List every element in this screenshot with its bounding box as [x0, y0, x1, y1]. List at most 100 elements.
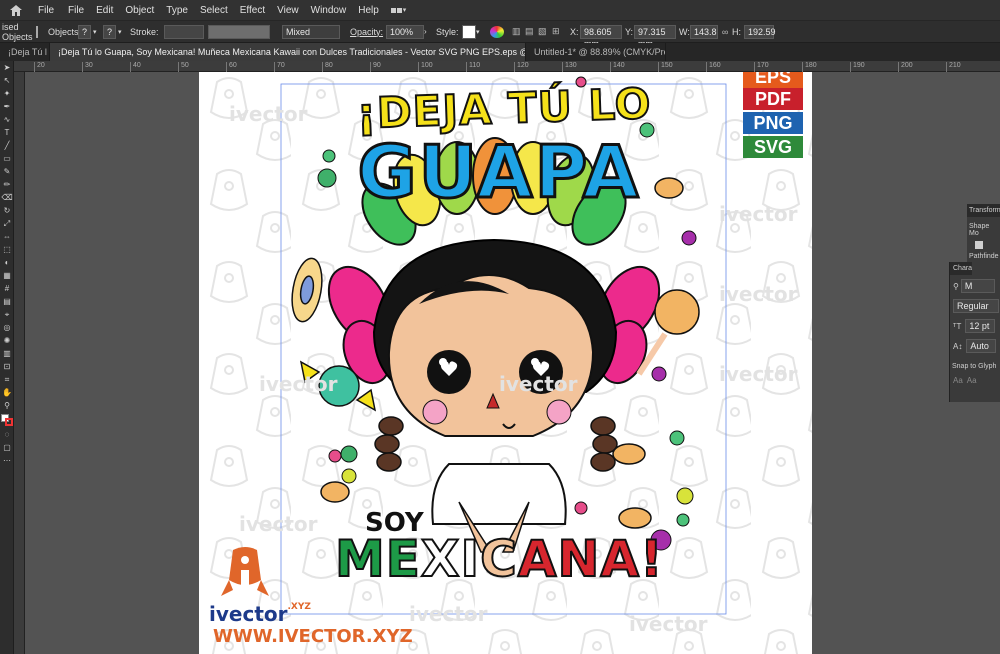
fill-stroke-icon[interactable] [0, 412, 14, 428]
headline-line2: GUAPA [356, 129, 641, 216]
w-field[interactable]: 143.8 [690, 24, 719, 39]
graphic-style-swatch[interactable] [462, 24, 477, 39]
format-badge-pdf: PDF [743, 88, 803, 110]
screen-mode-icon[interactable]: ▢ [0, 441, 14, 454]
chevron-down-icon[interactable]: ▾ [118, 28, 130, 36]
line-tool-icon[interactable]: ╱ [0, 139, 14, 152]
rectangle-tool-icon[interactable]: ▭ [0, 152, 14, 165]
watermark-text: ivector [719, 202, 798, 226]
brand-name-text: ivector [209, 602, 288, 626]
leading-field[interactable]: Auto [966, 339, 997, 353]
transform-panel-tab[interactable]: Transform [967, 204, 1000, 217]
menu-effect[interactable]: Effect [234, 5, 271, 16]
shape-builder-tool-icon[interactable]: ◐ [0, 256, 14, 269]
y-field[interactable]: 97.315 mm [634, 24, 677, 49]
scale-tool-icon[interactable]: ⤢ [0, 217, 14, 230]
curvature-tool-icon[interactable]: ∿ [0, 113, 14, 126]
reference-point-icon[interactable]: ⊞ [552, 26, 570, 37]
canvas[interactable]: ivector ivector ivector ivector ivector ivect… [25, 72, 1000, 654]
symbol-sprayer-tool-icon[interactable]: ✺ [0, 334, 14, 347]
blend-tool-icon[interactable]: ◎ [0, 321, 14, 334]
menu-help[interactable]: Help [352, 5, 385, 16]
ruler-tick-label: 190 [850, 62, 865, 72]
eyedropper-tool-icon[interactable]: ⌖ [0, 308, 14, 321]
column-graph-tool-icon[interactable]: ▥ [0, 347, 14, 360]
horizontal-ruler[interactable]: 20 30 40 50 60 70 80 90 100 110 120 130 140 150 160 170… [14, 61, 1000, 72]
slice-tool-icon[interactable]: ⌗ [0, 373, 14, 386]
ruler-tick-label: 40 [130, 62, 141, 72]
font-search-icon[interactable]: ⚲ [953, 282, 959, 291]
type-tool-icon[interactable]: T [0, 126, 14, 139]
artboard[interactable]: ivector ivector ivector ivector ivector ivect… [199, 72, 812, 654]
ruler-tick-label: 80 [322, 62, 333, 72]
variable-width-profile[interactable] [208, 24, 271, 39]
ruler-tick-label: 100 [418, 62, 433, 72]
align-icons[interactable]: ▥ ▤ ▧ [512, 26, 552, 37]
free-transform-tool-icon[interactable]: ⬚ [0, 243, 14, 256]
hand-tool-icon[interactable]: ✋ [0, 386, 14, 399]
format-badge-png: PNG [743, 112, 803, 134]
edit-toolbar-icon[interactable]: ⋯ [0, 454, 14, 467]
menu-window[interactable]: Window [305, 5, 353, 16]
glyph-snap-icon[interactable]: Aa [953, 376, 963, 385]
menu-select[interactable]: Select [194, 5, 234, 16]
brush-definition-field[interactable]: Mixed [282, 24, 341, 39]
magic-wand-tool-icon[interactable]: ✦ [0, 87, 14, 100]
vertical-ruler[interactable] [14, 72, 25, 654]
font-style-field[interactable]: Regular [953, 299, 999, 313]
isolate-button[interactable] [36, 25, 48, 38]
menu-view[interactable]: View [271, 5, 305, 16]
stroke-swatch[interactable]: ? [103, 24, 117, 39]
tab-doc-2[interactable]: ¡Deja Tú lo Guapa, Soy Mexicana! Muñeca … [50, 43, 526, 61]
artboard-tool-icon[interactable]: ⊡ [0, 360, 14, 373]
tab-label: ¡Deja Tú l [8, 47, 47, 57]
ruler-tick-label: 210 [946, 62, 961, 72]
chevron-down-icon[interactable]: ▾ [93, 28, 101, 36]
zoom-tool-icon[interactable]: ⚲ [0, 399, 14, 412]
draw-mode-icon[interactable]: ◌ [0, 428, 14, 441]
workspace-switcher-icon[interactable]: ▾ [390, 3, 413, 17]
width-tool-icon[interactable]: ⇔ [0, 230, 14, 243]
mesh-tool-icon[interactable]: # [0, 282, 14, 295]
pen-tool-icon[interactable]: ✒ [0, 100, 14, 113]
ruler-tick-label: 170 [754, 62, 769, 72]
brand-suffix: .XYZ [287, 602, 311, 612]
x-field[interactable]: 98.605 mm [580, 24, 623, 49]
gradient-tool-icon[interactable]: ▤ [0, 295, 14, 308]
direct-selection-tool-icon[interactable]: ↖ [0, 74, 14, 87]
font-family-field[interactable]: M [960, 279, 995, 293]
selection-tool-icon[interactable]: ➤ [0, 61, 14, 74]
perspective-grid-tool-icon[interactable]: ▦ [0, 269, 14, 282]
menu-edit[interactable]: Edit [90, 5, 119, 16]
stroke-weight-field[interactable] [164, 24, 205, 39]
glyph-snap-icon[interactable]: Aa [967, 376, 977, 385]
menu-file[interactable]: File [62, 5, 90, 16]
w-label: W: [679, 26, 690, 37]
chevron-right-icon[interactable]: › [424, 27, 436, 36]
menu-type[interactable]: Type [160, 5, 194, 16]
eraser-tool-icon[interactable]: ⌫ [0, 191, 14, 204]
x-label: X: [570, 26, 579, 37]
opacity-field[interactable]: 100% [386, 24, 425, 39]
menu-object[interactable]: Object [119, 5, 160, 16]
pencil-tool-icon[interactable]: ✏ [0, 178, 14, 191]
app-file-icon[interactable]: File [32, 5, 62, 16]
home-icon[interactable] [0, 0, 32, 21]
chevron-down-icon[interactable]: ▾ [476, 28, 490, 36]
recolor-artwork-icon[interactable] [490, 25, 505, 38]
mexicana-word: MEXICANA! [334, 529, 685, 589]
tab-doc-3[interactable]: Untitled-1* @ 88.89% (CMYK/Preview) [526, 43, 666, 61]
fill-swatch[interactable]: ? [78, 24, 92, 39]
character-panel-tab[interactable]: Chara [950, 262, 972, 275]
rotate-tool-icon[interactable]: ↻ [0, 204, 14, 217]
mexicana-ana: ANA! [517, 529, 664, 589]
tab-doc-1[interactable]: ¡Deja Tú l [0, 43, 50, 61]
paintbrush-tool-icon[interactable]: ✎ [0, 165, 14, 178]
link-icon[interactable]: ∞ [718, 27, 732, 37]
h-field[interactable]: 192.59 [744, 24, 776, 39]
opacity-label[interactable]: Opacity: [350, 27, 386, 37]
unite-icon[interactable] [975, 241, 983, 249]
watermark-text: ivector [629, 612, 708, 636]
font-size-field[interactable]: 12 pt [965, 319, 996, 333]
watermark-text: ivector [719, 362, 798, 386]
